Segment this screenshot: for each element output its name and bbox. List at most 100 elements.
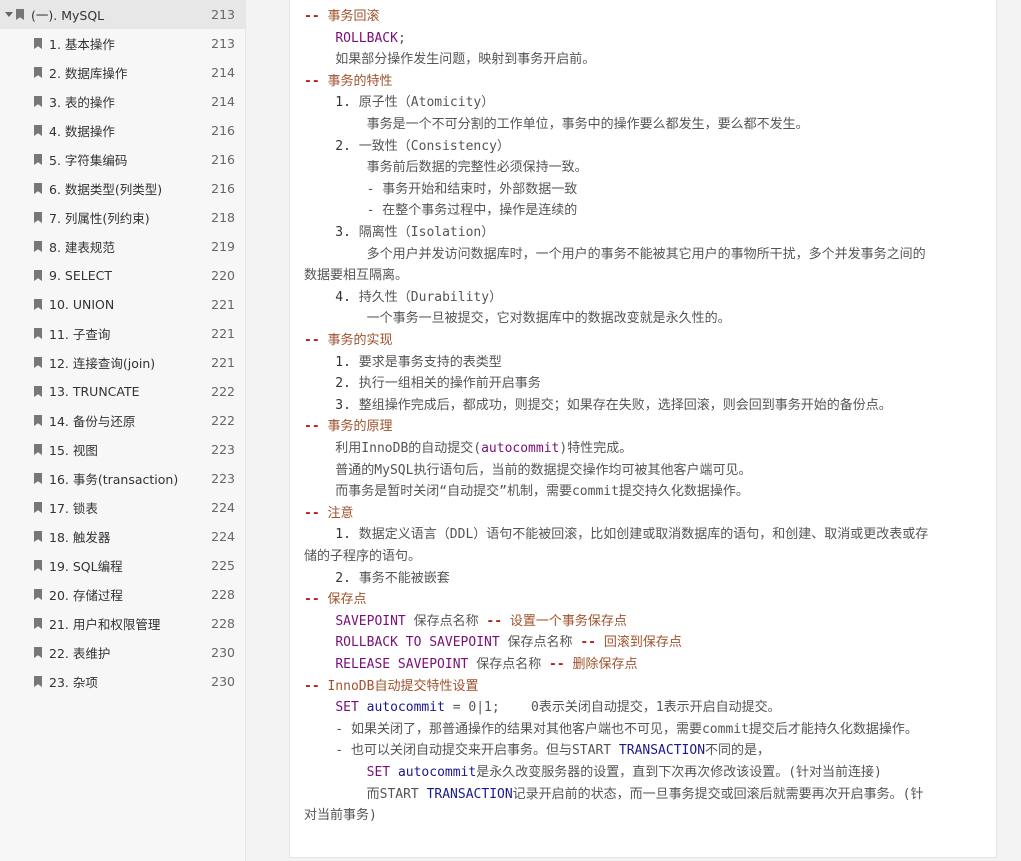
code-line: -- 事务的特性 [304, 71, 986, 92]
bookmark-icon [34, 125, 42, 136]
code-token: 保存点名称 [468, 657, 550, 672]
toc-item-page-number: 228 [211, 616, 235, 631]
toc-item-label: 1. 基本操作 [49, 37, 115, 52]
toc-item[interactable]: 14. 备份与还原 222 [0, 406, 245, 435]
toc-item-label: 11. 子查询 [49, 327, 111, 342]
toc-item-page-number: 224 [211, 500, 235, 515]
code-token: -- [486, 613, 503, 629]
code-token: -- [304, 505, 328, 521]
toc-item[interactable]: 10. UNION 221 [0, 290, 245, 319]
code-token: 数据定义语言（DDL）语句不能被回滚，比如创建或取消数据库的语句，和创建、取消或… [358, 527, 929, 543]
bookmark-icon [34, 328, 42, 339]
bookmark-icon [34, 560, 42, 571]
toc-item[interactable]: 7. 列属性(列约束) 218 [0, 203, 245, 232]
bookmark-icon [34, 676, 42, 687]
toc-item-label: 8. 建表规范 [49, 240, 115, 255]
toc-item[interactable]: 15. 视图 223 [0, 435, 245, 464]
code-line: 1. 数据定义语言（DDL）语句不能被回滚，比如创建或取消数据库的语句，和创建、… [304, 524, 986, 545]
toc-item-page-number: 224 [211, 529, 235, 544]
toc-item[interactable]: 11. 子查询 221 [0, 319, 245, 348]
toc-item[interactable]: 8. 建表规范 219 [0, 232, 245, 261]
code-token: -- [304, 9, 328, 24]
toc-item[interactable]: 23. 杂项 230 [0, 667, 245, 696]
document-page: -- 事务回滚 ROLLBACK; 如果部分操作发生问题，映射到事务开启前。 --… [289, 0, 997, 858]
code-token: 事务不能被嵌套 [358, 570, 450, 586]
code-token: 而START [304, 786, 427, 802]
toc-item[interactable]: (一). MySQL 213 [0, 0, 245, 29]
bookmark-icon [34, 386, 42, 397]
toc-item[interactable]: 17. 锁表 224 [0, 493, 245, 522]
code-line: 4. 持久性（Durability） [304, 287, 986, 308]
bookmark-icon [34, 38, 42, 49]
code-token: 事务是一个不可分割的工作单位，事务中的操作要么都发生，要么都不发生。 [304, 117, 809, 132]
code-token: - 事务开始和结束时，外部数据一致 [304, 181, 578, 197]
toc-item-page-number: 222 [211, 384, 235, 399]
toc-item-page-number: 221 [211, 297, 235, 312]
code-token: -- [304, 592, 328, 608]
bookmark-icon [34, 299, 42, 310]
toc-item-label: (一). MySQL [31, 8, 105, 23]
toc-item-label: 2. 数据库操作 [49, 66, 128, 81]
bookmark-icon [34, 618, 42, 629]
code-line: 2. 执行一组相关的操作前开启事务 [304, 373, 986, 394]
chevron-down-icon[interactable] [5, 12, 13, 17]
bookmark-icon [34, 96, 42, 107]
code-token: 对当前事务) [304, 808, 377, 824]
code-token: 2. [304, 570, 359, 586]
code-line: 2. 事务不能被嵌套 [304, 568, 986, 589]
toc-item[interactable]: 4. 数据操作 216 [0, 116, 245, 145]
code-line: ROLLBACK; [304, 28, 986, 49]
toc-item[interactable]: 9. SELECT 220 [0, 261, 245, 290]
code-token: 隔离性（Isolation） [358, 225, 495, 240]
code-token: )特性完成。 [559, 441, 633, 456]
code-token: 一致性（Consistency） [358, 138, 510, 154]
toc-item[interactable]: 1. 基本操作 213 [0, 29, 245, 58]
toc-item[interactable]: 21. 用户和权限管理 228 [0, 609, 245, 638]
toc-item[interactable]: 5. 字符集编码 216 [0, 145, 245, 174]
toc-item[interactable]: 2. 数据库操作 214 [0, 58, 245, 87]
toc-item[interactable]: 20. 存储过程 228 [0, 580, 245, 609]
code-token: 事务的特性 [327, 73, 393, 89]
code-line: -- InnoDB自动提交特性设置 [304, 676, 986, 697]
toc-item[interactable]: 16. 事务(transaction) 223 [0, 464, 245, 493]
toc-item[interactable]: 3. 表的操作 214 [0, 87, 245, 116]
code-line: 而事务是暂时关闭“自动提交”机制，需要commit提交持久化数据操作。 [304, 481, 986, 502]
toc-item[interactable]: 19. SQL编程 225 [0, 551, 245, 580]
code-line: 储的子程序的语句。 [304, 546, 986, 567]
code-token: SET [366, 765, 391, 780]
code-token: = 0|1; 0表示关闭自动提交，1表示开启自动提交。 [444, 700, 781, 716]
code-token: ROLLBACK TO SAVEPOINT [335, 635, 500, 651]
toc-item-page-number: 220 [211, 268, 235, 283]
code-line: -- 保存点 [304, 589, 986, 610]
code-token: -- [549, 657, 565, 672]
toc-item[interactable]: 13. TRUNCATE 222 [0, 377, 245, 406]
toc-item[interactable]: 22. 表维护 230 [0, 638, 245, 667]
code-token: 事务回滚 [327, 9, 380, 24]
toc-item[interactable]: 6. 数据类型(列类型) 216 [0, 174, 245, 203]
code-token: - 如果关闭了，那普通操作的结果对其他客户端也不可见，需要commit提交后才能… [304, 721, 918, 737]
code-token: 一个事务一旦被提交，它对数据库中的数据改变就是永久性的。 [304, 311, 731, 327]
toc-item-page-number: 230 [211, 645, 235, 660]
code-token: 1. [304, 95, 359, 111]
code-line: 而START TRANSACTION记录开启前的状态，而一旦事务提交或回滚后就需… [304, 784, 986, 805]
code-line: 利用InnoDB的自动提交(autocommit)特性完成。 [304, 438, 986, 459]
code-line: -- 事务的实现 [304, 330, 986, 351]
code-line: 如果部分操作发生问题，映射到事务开启前。 [304, 49, 986, 70]
bookmark-icon [34, 531, 42, 542]
code-line: ROLLBACK TO SAVEPOINT 保存点名称 -- 回滚到保存点 [304, 632, 986, 653]
toc-item-label: 5. 字符集编码 [49, 153, 128, 168]
code-token: 事务前后数据的完整性必须保持一致。 [304, 160, 588, 176]
toc-item-label: 19. SQL编程 [49, 559, 123, 574]
toc-item[interactable]: 18. 触发器 224 [0, 522, 245, 551]
bookmark-icon [34, 357, 42, 368]
code-line: 数据要相互隔离。 [304, 265, 986, 286]
code-token: autocommit [481, 441, 560, 456]
bookmark-icon [34, 270, 42, 281]
code-token: 保存点 [327, 592, 367, 608]
code-line: 普通的MySQL执行语句后，当前的数据提交操作均可被其他客户端可见。 [304, 460, 986, 481]
toc-item[interactable]: 12. 连接查询(join) 221 [0, 348, 245, 377]
code-line: RELEASE SAVEPOINT 保存点名称 -- 删除保存点 [304, 654, 986, 675]
